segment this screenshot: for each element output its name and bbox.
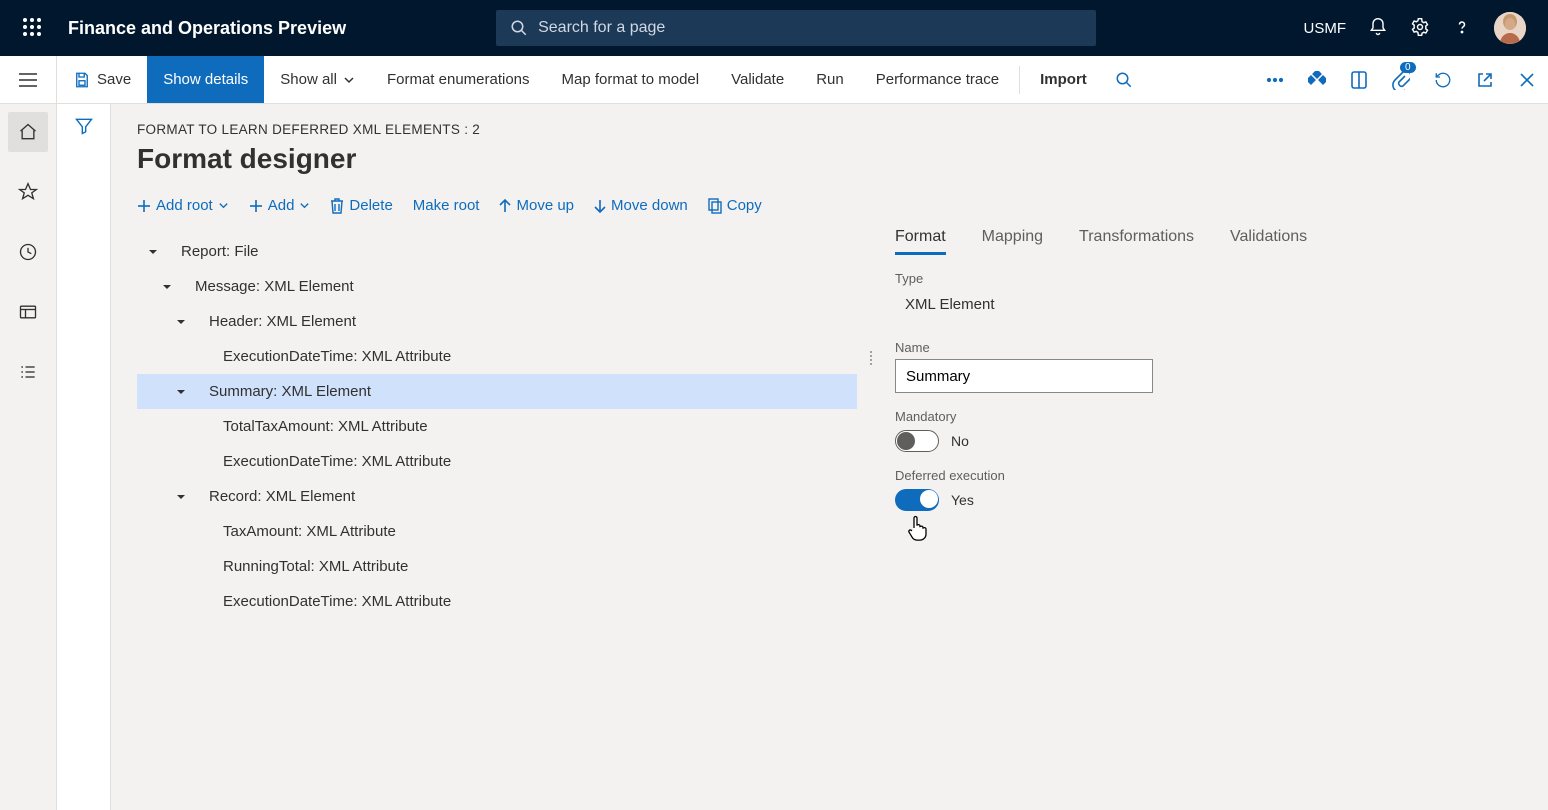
breadcrumb: FORMAT TO LEARN DEFERRED XML ELEMENTS : … [137,122,1522,137]
filter-funnel-icon[interactable] [57,116,110,139]
tree-node[interactable]: Record: XML Element [137,479,857,514]
tree-node-label: ExecutionDateTime: XML Attribute [223,593,451,610]
tree-node-label: TaxAmount: XML Attribute [223,523,396,540]
show-all-button[interactable]: Show all [264,56,371,103]
find-icon[interactable] [1103,56,1145,103]
refresh-icon[interactable] [1422,56,1464,103]
tree-node[interactable]: Message: XML Element [137,269,857,304]
tree-node-label: ExecutionDateTime: XML Attribute [223,348,451,365]
left-nav-rail [0,104,57,810]
search-placeholder: Search for a page [538,19,665,37]
tab-format[interactable]: Format [895,228,946,255]
make-root-button[interactable]: Make root [413,197,480,214]
tree-node[interactable]: TaxAmount: XML Attribute [137,514,857,549]
open-new-icon[interactable] [1338,56,1380,103]
tree-node-label: RunningTotal: XML Attribute [223,558,408,575]
more-icon[interactable] [1254,56,1296,103]
deferred-label: Deferred execution [895,468,1522,483]
tree-node[interactable]: Summary: XML Element [137,374,857,409]
tree-node-label: Header: XML Element [209,313,356,330]
tree-node[interactable]: RunningTotal: XML Attribute [137,549,857,584]
mandatory-toggle[interactable] [895,430,939,452]
pointer-cursor-icon [905,514,931,542]
validate-button[interactable]: Validate [715,56,800,103]
mandatory-label: Mandatory [895,409,1522,424]
tree-toolbar: Add root Add Delete Make root Move up Mo… [137,197,1522,214]
move-up-button[interactable]: Move up [499,197,574,214]
copy-button[interactable]: Copy [708,197,762,214]
rail-home-icon[interactable] [8,112,48,152]
delete-button[interactable]: Delete [330,197,392,214]
attachments-badge: 0 [1400,62,1416,73]
rail-favorites-icon[interactable] [8,172,48,212]
expand-toggle-icon[interactable] [175,491,187,503]
company-picker[interactable]: USMF [1304,20,1347,37]
format-enumerations-button[interactable]: Format enumerations [371,56,546,103]
tree-node[interactable]: Header: XML Element [137,304,857,339]
expand-toggle-icon[interactable] [147,246,159,258]
action-bar: Save Show details Show all Format enumer… [0,56,1548,104]
tab-transformations[interactable]: Transformations [1079,228,1194,255]
page-title: Format designer [137,143,1522,175]
tree-node-label: Message: XML Element [195,278,354,295]
rail-workspaces-icon[interactable] [8,292,48,332]
type-label: Type [895,271,1522,286]
name-label: Name [895,340,1522,355]
tree-node-label: ExecutionDateTime: XML Attribute [223,453,451,470]
tab-validations[interactable]: Validations [1230,228,1307,255]
tree-node[interactable]: ExecutionDateTime: XML Attribute [137,584,857,619]
tree-node[interactable]: ExecutionDateTime: XML Attribute [137,444,857,479]
main-content: FORMAT TO LEARN DEFERRED XML ELEMENTS : … [111,104,1548,810]
tab-mapping[interactable]: Mapping [982,228,1043,255]
format-tree[interactable]: Report: File Message: XML Element Header: … [137,228,857,810]
user-avatar[interactable] [1494,12,1526,44]
run-button[interactable]: Run [800,56,860,103]
close-icon[interactable] [1506,56,1548,103]
rail-recent-icon[interactable] [8,232,48,272]
tree-node[interactable]: Report: File [137,234,857,269]
type-value: XML Element [895,290,1087,324]
import-button[interactable]: Import [1024,56,1103,103]
splitter[interactable] [863,228,879,488]
options-diamond-icon[interactable] [1296,56,1338,103]
deferred-value: Yes [951,492,974,508]
add-root-button[interactable]: Add root [137,197,229,214]
tree-node-label: Report: File [181,243,259,260]
filter-column [57,104,111,810]
rail-modules-icon[interactable] [8,352,48,392]
help-icon[interactable] [1452,17,1472,40]
mandatory-value: No [951,433,969,449]
save-button[interactable]: Save [57,56,147,103]
properties-panel: Format Mapping Transformations Validatio… [885,228,1522,810]
add-button[interactable]: Add [249,197,311,214]
global-search[interactable]: Search for a page [496,10,1096,46]
properties-tabs: Format Mapping Transformations Validatio… [895,228,1522,255]
name-input[interactable] [895,359,1153,393]
deferred-toggle[interactable] [895,489,939,511]
tree-node[interactable]: TotalTaxAmount: XML Attribute [137,409,857,444]
tree-node-label: Summary: XML Element [209,383,371,400]
expand-toggle-icon[interactable] [175,316,187,328]
attachments-icon[interactable]: 0 [1380,56,1422,103]
show-details-button[interactable]: Show details [147,56,264,103]
tree-node-label: TotalTaxAmount: XML Attribute [223,418,428,435]
tree-node[interactable]: ExecutionDateTime: XML Attribute [137,339,857,374]
notifications-icon[interactable] [1368,17,1388,40]
nav-toggle-icon[interactable] [0,56,57,103]
separator [1019,66,1020,94]
expand-toggle-icon[interactable] [175,386,187,398]
app-title: Finance and Operations Preview [68,18,346,39]
move-down-button[interactable]: Move down [594,197,688,214]
tree-node-label: Record: XML Element [209,488,355,505]
performance-trace-button[interactable]: Performance trace [860,56,1015,103]
popout-icon[interactable] [1464,56,1506,103]
map-format-button[interactable]: Map format to model [546,56,716,103]
app-launcher-icon[interactable] [12,18,52,39]
save-label: Save [97,71,131,88]
settings-gear-icon[interactable] [1410,17,1430,40]
expand-toggle-icon[interactable] [161,281,173,293]
global-header: Finance and Operations Preview Search fo… [0,0,1548,56]
